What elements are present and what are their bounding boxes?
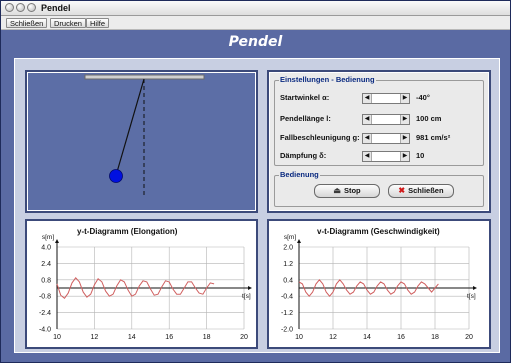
y-tick-label: -4.0 <box>39 327 51 334</box>
close-icon: ✖ <box>398 186 406 195</box>
y-tick-label: -2.4 <box>39 310 51 317</box>
settings-group-title: Einstellungen - Bedienung <box>279 75 376 84</box>
x-tick-label: 20 <box>465 334 473 341</box>
control-group-title: Bedienung <box>279 170 320 179</box>
x-tick-label: 10 <box>53 334 61 341</box>
x-tick-label: 12 <box>91 334 99 341</box>
app-window: Pendel Schließen Drucken Hilfe Pendel Ei… <box>0 0 511 363</box>
pendulum-length-label: Pendellänge l: <box>280 114 331 123</box>
y-tick-label: 0.8 <box>41 277 51 284</box>
arrow-left-icon[interactable]: ◀ <box>363 152 372 161</box>
menu-bar: Schließen Drucken Hilfe <box>1 16 510 30</box>
minimize-window-icon[interactable] <box>16 3 25 12</box>
chart-title: v-t-Diagramm (Geschwindigkeit) <box>317 227 440 236</box>
x-axis-arrow <box>248 286 252 290</box>
elongation-chart-panel: y-t-Diagramm (Elongation) 4.0 2.4 0.8 -0.8 -… <box>25 219 258 349</box>
zoom-window-icon[interactable] <box>27 3 36 12</box>
y-tick-label: 1.2 <box>283 261 293 268</box>
menu-hilfe[interactable]: Hilfe <box>86 18 110 28</box>
arrow-right-icon[interactable]: ▶ <box>400 152 409 161</box>
window-title: Pendel <box>41 3 71 13</box>
y-axis-arrow <box>55 239 59 243</box>
gravity-label: Fallbeschleunigung g: <box>280 133 360 142</box>
x-tick-label: 14 <box>363 334 371 341</box>
title-bar: Pendel <box>1 1 510 16</box>
start-angle-stepper[interactable]: ◀ ▶ <box>362 93 410 104</box>
y-axis-label: s[m] <box>284 234 296 241</box>
y-tick-label: -2.0 <box>281 327 293 334</box>
close-button-label: Schließen <box>408 186 444 195</box>
arrow-right-icon[interactable]: ▶ <box>400 115 409 124</box>
start-angle-label: Startwinkel α: <box>280 93 330 102</box>
x-axis-arrow <box>473 286 477 290</box>
y-tick-label: 4.0 <box>41 245 51 252</box>
x-tick-label: 18 <box>431 334 439 341</box>
x-tick-label: 20 <box>240 334 248 341</box>
menu-schliessen[interactable]: Schließen <box>6 18 48 28</box>
y-tick-label: 2.4 <box>41 261 51 268</box>
arrow-right-icon[interactable]: ▶ <box>400 94 409 103</box>
settings-panel: Einstellungen - Bedienung Startwinkel α:… <box>267 70 491 213</box>
damping-label: Dämpfung δ: <box>280 151 327 160</box>
gravity-value: 981 cm/s² <box>416 133 451 142</box>
stop-button[interactable]: ⏏ Stop <box>314 184 380 198</box>
app-title: Pendel <box>228 34 283 50</box>
stop-icon: ⏏ <box>333 186 341 195</box>
pendulum-string <box>116 78 145 173</box>
y-tick-label: 0.4 <box>283 277 293 284</box>
x-tick-label: 12 <box>329 334 337 341</box>
y-tick-label: -1.2 <box>281 310 293 317</box>
elongation-chart: 4.0 2.4 0.8 -0.8 -2.4 -4.010 12 14 16 18 20 s[m] t[s… <box>39 234 252 341</box>
y-axis-label: s[m] <box>42 234 54 241</box>
close-button[interactable]: ✖ Schließen <box>388 184 454 198</box>
x-tick-label: 10 <box>295 334 303 341</box>
stop-button-label: Stop <box>343 186 361 195</box>
y-tick-label: -0.4 <box>281 294 293 301</box>
gravity-stepper[interactable]: ◀ ▶ <box>362 133 410 144</box>
arrow-right-icon[interactable]: ▶ <box>400 134 409 143</box>
arrow-left-icon[interactable]: ◀ <box>363 94 372 103</box>
x-axis-label: t[s] <box>467 293 476 300</box>
x-tick-label: 14 <box>128 334 136 341</box>
damping-value: 10 <box>416 151 425 160</box>
arrow-left-icon[interactable]: ◀ <box>363 134 372 143</box>
pendulum-ceiling <box>84 74 205 80</box>
y-tick-label: 2.0 <box>283 245 293 252</box>
start-angle-value: -40° <box>416 93 430 102</box>
chart-title: y-t-Diagramm (Elongation) <box>77 227 178 236</box>
control-group: Bedienung ⏏ Stop ✖ Schließen <box>274 170 484 207</box>
pendulum-canvas <box>84 74 205 195</box>
y-axis-arrow <box>297 239 301 243</box>
x-tick-label: 18 <box>203 334 211 341</box>
x-tick-label: 16 <box>397 334 405 341</box>
arrow-left-icon[interactable]: ◀ <box>363 115 372 124</box>
main-panel: Einstellungen - Bedienung Startwinkel α:… <box>14 58 500 353</box>
x-tick-label: 16 <box>165 334 173 341</box>
menu-drucken[interactable]: Drucken <box>50 18 86 28</box>
x-axis-label: t[s] <box>242 293 251 300</box>
pendulum-length-value: 100 cm <box>416 114 442 123</box>
damping-stepper[interactable]: ◀ ▶ <box>362 151 410 162</box>
close-window-icon[interactable] <box>5 3 14 12</box>
pendulum-simulation <box>25 70 258 213</box>
y-tick-label: -0.8 <box>39 294 51 301</box>
pendulum-length-stepper[interactable]: ◀ ▶ <box>362 114 410 125</box>
pendulum-bob[interactable] <box>109 169 123 183</box>
velocity-chart: 2.0 1.2 0.4 -0.4 -1.2 -2.010 12 14 16 18 20 s[m] t[s… <box>281 234 477 341</box>
settings-group: Einstellungen - Bedienung Startwinkel α:… <box>274 75 484 166</box>
velocity-chart-panel: v-t-Diagramm (Geschwindigkeit) 2.0 1.2 0.4… <box>267 219 491 349</box>
